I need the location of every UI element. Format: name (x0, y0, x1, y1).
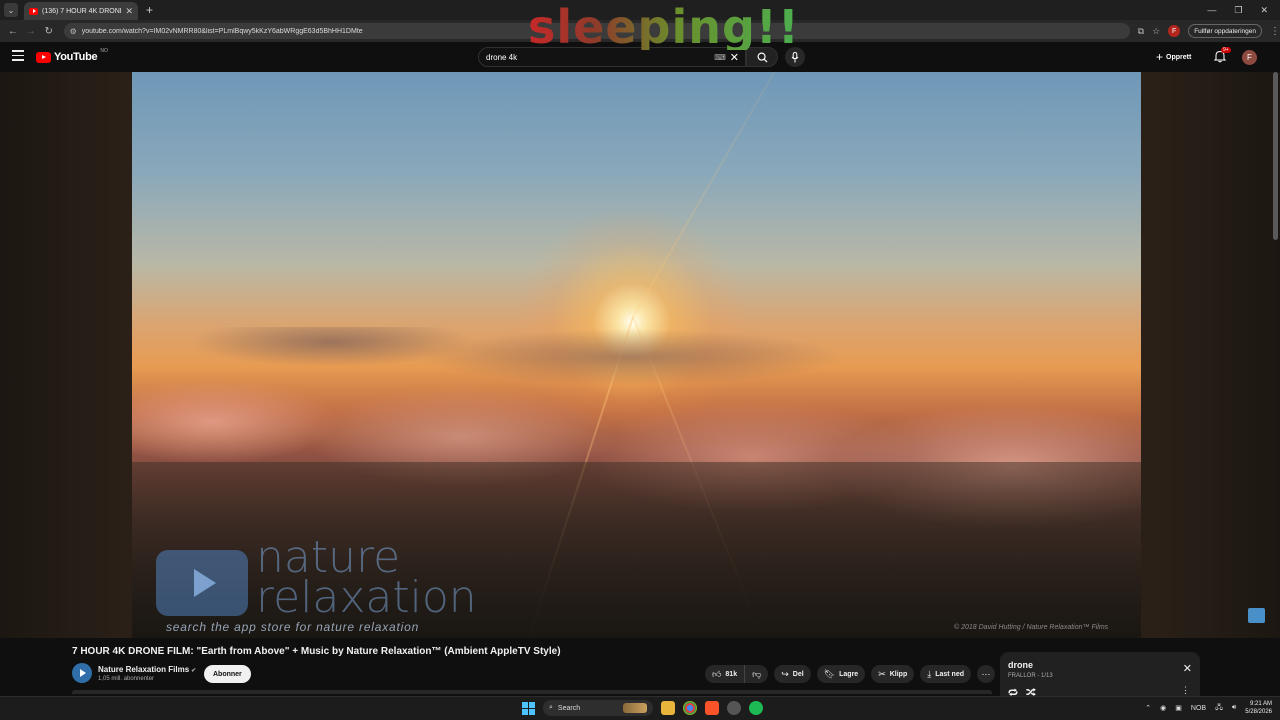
minimize-icon[interactable]: — (1207, 5, 1216, 15)
verified-icon: ✔ (191, 668, 197, 674)
browser-menu-icon[interactable]: ⋮ (1270, 26, 1280, 37)
overlay-text: sleeping!! (528, 0, 800, 54)
like-count: 81k (725, 670, 738, 678)
taskbar-center: ⌕ Search (522, 700, 763, 716)
clip-button[interactable]: ✂ Klipp (871, 665, 915, 683)
notification-badge: 9+ (1221, 47, 1231, 53)
menu-icon[interactable] (12, 50, 24, 61)
playlist-menu-icon[interactable]: ⋮ (1181, 685, 1190, 696)
site-info-icon[interactable]: ⚙ (70, 27, 77, 36)
download-button[interactable]: ⤓ Last ned (920, 665, 972, 683)
clock-app-icon[interactable] (727, 701, 741, 715)
clock-date: 5/28/2026 (1245, 709, 1272, 715)
install-app-icon[interactable]: ⧉ (1138, 26, 1144, 37)
share-label: Del (792, 670, 804, 678)
page-scrollbar[interactable] (1273, 72, 1278, 240)
channel-avatar[interactable] (72, 663, 92, 683)
description-box[interactable] (72, 690, 992, 694)
youtube-logo[interactable]: YouTube NO (36, 48, 108, 63)
download-label: Last ned (935, 670, 965, 678)
update-button[interactable]: Fullfør oppdateringen (1188, 24, 1262, 38)
thumbs-down-icon: 👎︎ (752, 668, 762, 679)
reload-icon[interactable]: ↻ (40, 26, 58, 37)
profile-avatar-small[interactable]: F (1168, 25, 1181, 37)
playlist-panel: drone FRALLOR - 1/13 ✕ 🔁︎ 🔀︎ ⋮ (1000, 652, 1200, 700)
thumbs-up-icon: 👍︎ (712, 668, 722, 679)
video-player[interactable]: nature relaxation search the app store f… (132, 72, 1141, 638)
brave-icon[interactable] (705, 701, 719, 715)
clock-time: 9:21 AM (1249, 701, 1272, 707)
watermark-subtitle: search the app store for nature relaxati… (166, 620, 420, 634)
save-button[interactable]: 🔖︎ Lagre (816, 665, 866, 683)
tray-app-icon-2[interactable]: ▣ (1175, 704, 1182, 712)
language-indicator[interactable]: NOB (1191, 705, 1206, 712)
restore-icon[interactable]: ❐ (1234, 5, 1242, 16)
network-icon[interactable]: 🖧︎ (1215, 703, 1223, 714)
search-highlight-image (623, 703, 647, 713)
windows-taskbar: ⌕ Search ⌃ ◉ ▣ NOB 🖧︎ 🔊︎ 9:21 AM 5/28/20… (0, 696, 1280, 720)
forward-icon[interactable]: → (22, 26, 40, 37)
bookmark-star-icon[interactable]: ☆ (1152, 26, 1160, 37)
download-icon: ⤓ (927, 668, 932, 679)
channel-name[interactable]: Nature Relaxation Films ✔ (98, 665, 196, 674)
playlist-subtitle: FRALLOR - 1/13 (1008, 673, 1053, 679)
tab-search-button[interactable]: ⌄ (4, 3, 18, 17)
youtube-play-logo-icon (36, 51, 51, 63)
more-actions-button[interactable]: ⋯ (977, 665, 996, 683)
video-copyright: © 2018 David Hutting / Nature Relaxation… (954, 624, 1109, 631)
tab-title: (136) 7 HOUR 4K DRONE FILM: "Earth from … (42, 7, 121, 15)
youtube-favicon-icon (29, 7, 38, 15)
video-title: 7 HOUR 4K DRONE FILM: "Earth from Above"… (72, 646, 561, 657)
volume-icon[interactable]: 🔊︎ (1232, 704, 1236, 712)
taskbar-clock[interactable]: 9:21 AM 5/28/2026 (1245, 700, 1272, 716)
like-dislike-group: 👍︎ 81k 👎︎ (705, 665, 769, 683)
taskbar-search-label: Search (557, 704, 581, 712)
watermark-text: nature relaxation (256, 536, 477, 623)
clip-label: Klipp (889, 670, 908, 678)
system-tray: ⌃ ◉ ▣ NOB 🖧︎ 🔊︎ 9:21 AM 5/28/2026 (1145, 700, 1272, 716)
search-icon: ⌕ (549, 704, 553, 711)
chrome-icon[interactable] (683, 701, 697, 715)
close-playlist-icon[interactable]: ✕ (1183, 662, 1192, 675)
windows-start-icon[interactable] (522, 701, 535, 715)
file-explorer-icon[interactable] (661, 701, 675, 715)
dislike-button[interactable]: 👎︎ (744, 665, 769, 683)
subscriber-count: 1,05 mill. abonnenter (98, 676, 155, 682)
tray-app-icon[interactable]: ◉ (1160, 704, 1166, 712)
save-label: Lagre (839, 670, 859, 678)
taskbar-search[interactable]: ⌕ Search (543, 700, 653, 716)
window-controls: — ❐ ✕ (1207, 0, 1276, 20)
playlist-title[interactable]: drone (1008, 660, 1192, 670)
channel-name-text: Nature Relaxation Films (98, 665, 190, 674)
subscribe-button[interactable]: Abonner (204, 665, 251, 683)
create-button[interactable]: + Opprett (1156, 50, 1191, 64)
close-window-icon[interactable]: ✕ (1260, 5, 1268, 16)
youtube-wordmark: YouTube (54, 51, 98, 63)
watermark-line-2: relaxation (256, 572, 477, 623)
share-button[interactable]: ↪ Del (774, 665, 811, 683)
like-button[interactable]: 👍︎ 81k (705, 665, 745, 683)
create-label: Opprett (1166, 53, 1192, 61)
share-icon: ↪ (781, 668, 789, 679)
watermark-logo-icon (156, 550, 248, 616)
video-actions: 👍︎ 81k 👎︎ ↪ Del 🔖︎ Lagre ✂ Klipp ⤓ Last … (705, 665, 996, 683)
plus-icon: + (1156, 50, 1164, 64)
bookmark-icon: 🔖︎ (823, 668, 836, 679)
notifications-button[interactable]: 9+ (1213, 47, 1231, 64)
back-icon[interactable]: ← (4, 26, 22, 37)
scissors-icon: ✂ (878, 668, 886, 679)
account-avatar[interactable]: F (1242, 50, 1257, 65)
spotify-icon[interactable] (749, 701, 763, 715)
cast-icon[interactable] (1248, 608, 1265, 623)
country-code: NO (100, 48, 108, 54)
new-tab-button[interactable]: + (146, 3, 153, 17)
browser-tab-active[interactable]: (136) 7 HOUR 4K DRONE FILM: "Earth from … (24, 2, 138, 20)
tray-overflow-icon[interactable]: ⌃ (1145, 704, 1151, 712)
tab-close-icon[interactable]: ✕ (125, 6, 133, 17)
